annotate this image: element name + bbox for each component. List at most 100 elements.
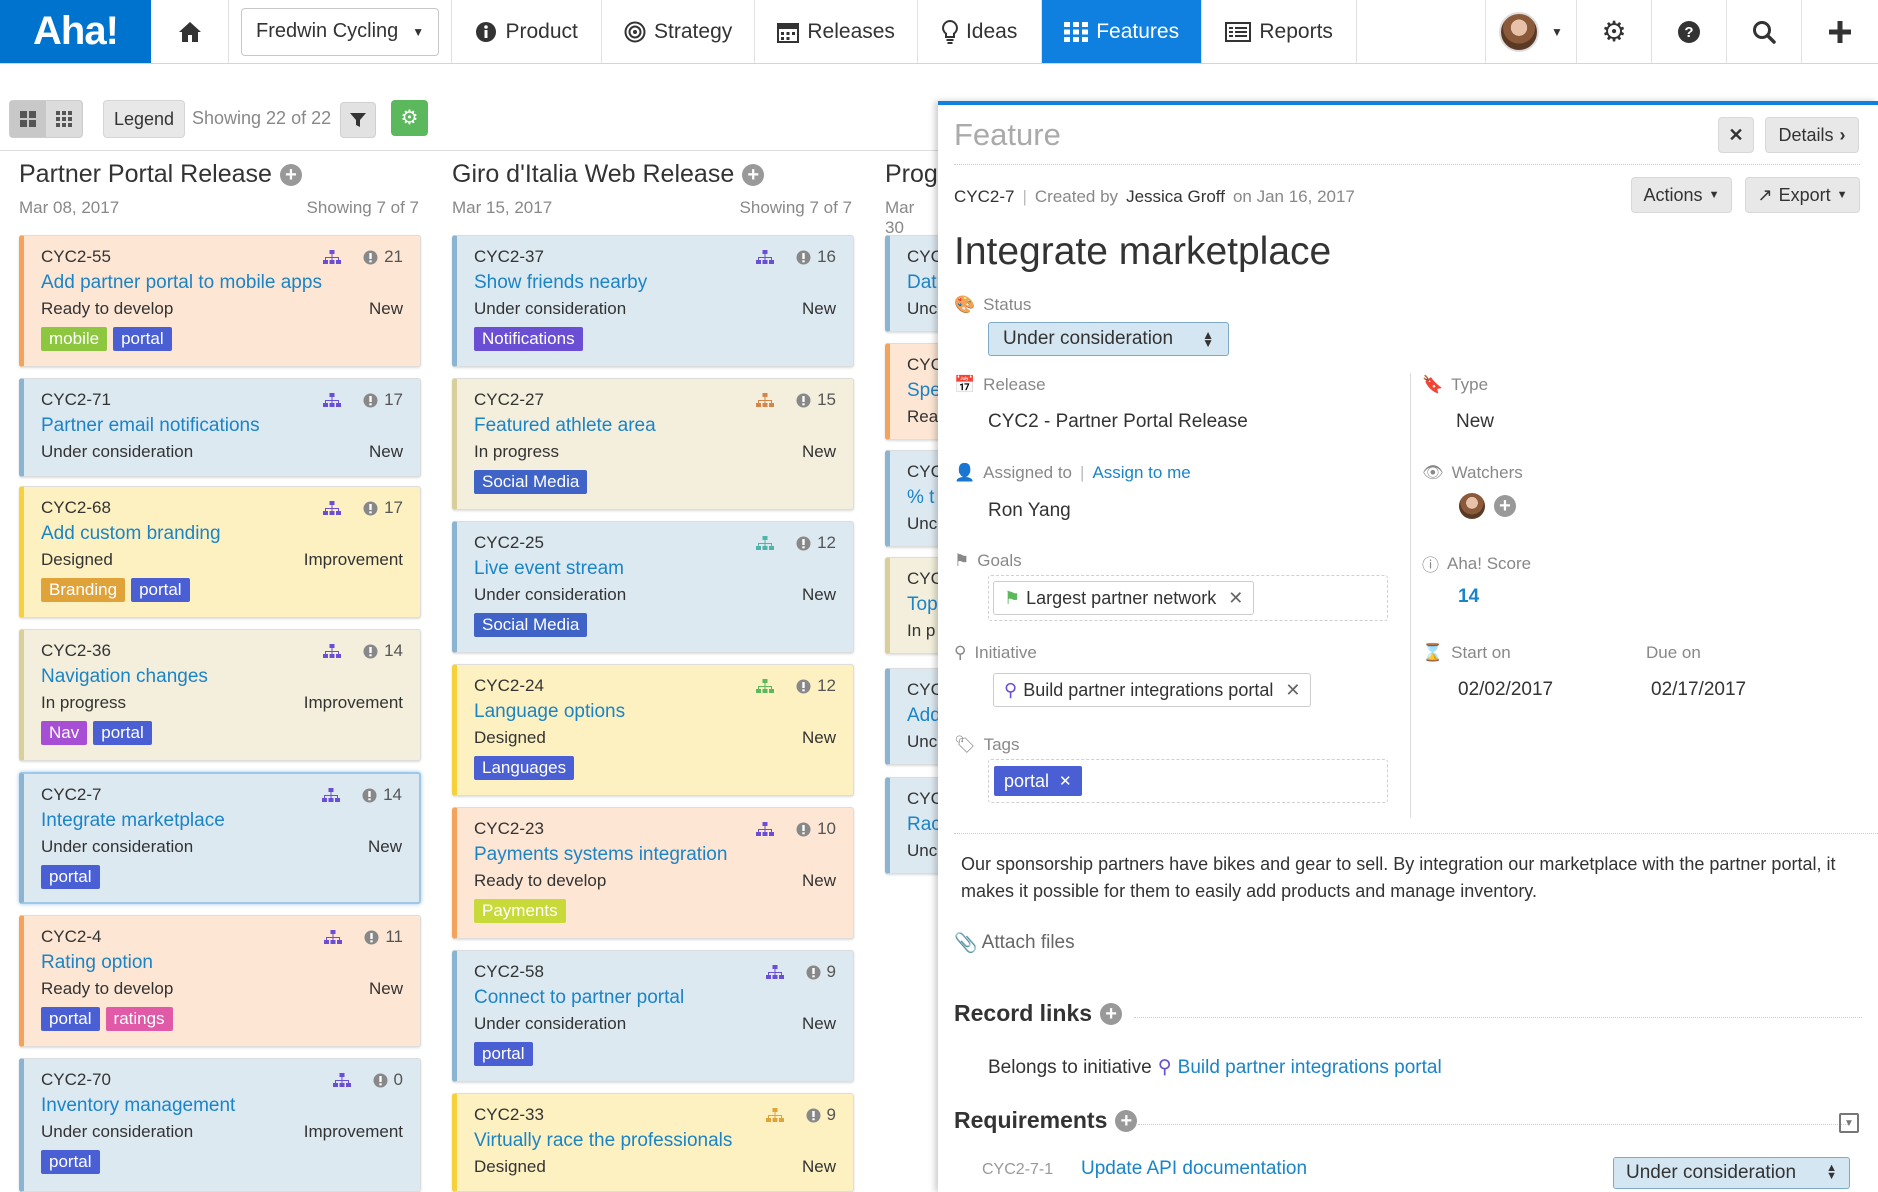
collapse-requirements-icon[interactable]: ▼ bbox=[1839, 1113, 1859, 1133]
feature-name[interactable]: Add partner portal to mobile apps bbox=[41, 272, 403, 294]
tag[interactable]: Payments bbox=[474, 899, 566, 923]
feature-card[interactable]: CYC Spe Rea bbox=[885, 343, 945, 440]
nav-strategy[interactable]: Strategy bbox=[602, 0, 756, 63]
feature-name[interactable]: Virtually race the professionals bbox=[474, 1130, 836, 1152]
search-button[interactable] bbox=[1727, 0, 1802, 63]
remove-icon[interactable]: ✕ bbox=[1228, 588, 1243, 609]
feature-name[interactable]: Language options bbox=[474, 701, 836, 723]
feature-card[interactable]: CYC2-33 9 Virtually race the professiona… bbox=[452, 1093, 854, 1192]
card-view-button[interactable] bbox=[10, 101, 46, 137]
actions-button[interactable]: Actions ▼ bbox=[1631, 177, 1732, 213]
feature-card[interactable]: CYC2-68 17 Add custom branding Designed I… bbox=[19, 486, 421, 618]
feature-name[interactable]: Connect to partner portal bbox=[474, 987, 836, 1009]
remove-icon[interactable]: ✕ bbox=[1285, 680, 1300, 701]
column-title[interactable]: Partner Portal Release bbox=[19, 160, 272, 189]
add-feature-icon[interactable]: + bbox=[279, 163, 302, 186]
feature-card[interactable]: CYC2-71 17 Partner email notifications U… bbox=[19, 378, 421, 477]
feature-card[interactable]: CYC Add Unc bbox=[885, 668, 945, 765]
feature-title[interactable]: Integrate marketplace bbox=[954, 230, 1331, 274]
nav-reports[interactable]: Reports bbox=[1202, 0, 1358, 63]
tag[interactable]: portal bbox=[41, 865, 100, 889]
release-value[interactable]: CYC2 - Partner Portal Release bbox=[988, 411, 1248, 433]
due-date[interactable]: 02/17/2017 bbox=[1651, 679, 1746, 701]
add-watcher-icon[interactable]: + bbox=[1494, 495, 1516, 517]
start-date[interactable]: 02/02/2017 bbox=[1458, 679, 1553, 701]
tag[interactable]: Social Media bbox=[474, 470, 588, 494]
attach-files[interactable]: 📎 Attach files bbox=[954, 931, 1075, 955]
nav-ideas[interactable]: Ideas bbox=[918, 0, 1043, 63]
feature-name[interactable]: Featured athlete area bbox=[474, 415, 836, 437]
feature-card[interactable]: CYC2-37 16 Show friends nearby Under con… bbox=[452, 235, 854, 367]
nav-product[interactable]: Product bbox=[452, 0, 603, 63]
add-feature-icon[interactable]: + bbox=[742, 163, 765, 186]
feature-card[interactable]: CYC Rac Unc bbox=[885, 777, 945, 874]
close-panel-button[interactable]: ✕ bbox=[1718, 117, 1754, 153]
watcher-avatar[interactable] bbox=[1459, 493, 1485, 519]
tag[interactable]: mobile bbox=[41, 327, 108, 351]
feature-name[interactable]: Show friends nearby bbox=[474, 272, 836, 294]
tag[interactable]: portal bbox=[41, 1150, 100, 1174]
assignee-value[interactable]: Ron Yang bbox=[988, 500, 1071, 522]
tag[interactable]: Branding bbox=[41, 578, 126, 602]
tag[interactable]: Nav bbox=[41, 721, 88, 745]
product-selector[interactable]: Fredwin Cycling ▼ bbox=[241, 7, 440, 56]
feature-name[interactable]: Add custom branding bbox=[41, 523, 403, 545]
feature-name[interactable]: Navigation changes bbox=[41, 666, 403, 688]
tag[interactable]: portal bbox=[113, 327, 172, 351]
feature-description[interactable]: Our sponsorship partners have bikes and … bbox=[961, 851, 1841, 905]
feature-card[interactable]: CYC2-23 10 Payments systems integration … bbox=[452, 807, 854, 939]
details-button[interactable]: Details › bbox=[1765, 117, 1859, 153]
nav-releases[interactable]: Releases bbox=[755, 0, 919, 63]
requirement-name[interactable]: Update API documentation bbox=[1081, 1158, 1307, 1180]
feature-name[interactable]: Rating option bbox=[41, 952, 403, 974]
feature-card[interactable]: CYC2-36 14 Navigation changes In progres… bbox=[19, 629, 421, 761]
aha-logo[interactable]: Aha! bbox=[0, 0, 151, 63]
add-link-icon[interactable]: + bbox=[1100, 1002, 1123, 1025]
feature-card[interactable]: CYC Top In p bbox=[885, 557, 945, 654]
tag[interactable]: Notifications bbox=[474, 327, 583, 351]
tag-chip[interactable]: portal ✕ bbox=[994, 766, 1082, 796]
feature-name[interactable]: Integrate marketplace bbox=[41, 810, 402, 832]
feature-card[interactable]: CYC2-27 15 Featured athlete area In prog… bbox=[452, 378, 854, 510]
column-title[interactable]: Prog bbox=[885, 160, 937, 189]
tag[interactable]: Languages bbox=[474, 756, 575, 780]
export-button[interactable]: ↗ Export ▼ bbox=[1745, 177, 1860, 213]
settings-button[interactable]: ⚙ bbox=[1577, 0, 1652, 63]
type-value[interactable]: New bbox=[1456, 411, 1494, 433]
feature-card[interactable]: CYC2-58 9 Connect to partner portal Unde… bbox=[452, 950, 854, 1082]
user-menu[interactable]: ▼ bbox=[1486, 0, 1577, 63]
filter-button[interactable] bbox=[340, 102, 376, 138]
feature-card[interactable]: CYC2-4 11 Rating option Ready to develop… bbox=[19, 915, 421, 1047]
column-title[interactable]: Giro d'Italia Web Release bbox=[452, 160, 734, 189]
tag[interactable]: portal bbox=[41, 1007, 100, 1031]
author-name[interactable]: Jessica Groff bbox=[1126, 187, 1225, 207]
legend-button[interactable]: Legend bbox=[103, 100, 185, 138]
add-button[interactable] bbox=[1802, 0, 1878, 63]
feature-card[interactable]: CYC2-70 0 Inventory management Under con… bbox=[19, 1058, 421, 1192]
status-select[interactable]: Under consideration ▲ ▼ bbox=[988, 322, 1229, 356]
score-value[interactable]: 14 bbox=[1458, 586, 1479, 608]
feature-name[interactable]: Payments systems integration bbox=[474, 844, 836, 866]
feature-card[interactable]: CYC2-24 12 Language options Designed New L… bbox=[452, 664, 854, 796]
feature-card[interactable]: CYC Dat Unc bbox=[885, 235, 945, 332]
initiative-chip[interactable]: ⚲ Build partner integrations portal ✕ bbox=[993, 673, 1312, 707]
tag[interactable]: portal bbox=[131, 578, 190, 602]
feature-card[interactable]: CYC2-55 21 Add partner portal to mobile … bbox=[19, 235, 421, 367]
tag[interactable]: ratings bbox=[105, 1007, 173, 1031]
nav-features[interactable]: Features bbox=[1042, 0, 1203, 63]
add-requirement-icon[interactable]: + bbox=[1115, 1109, 1138, 1132]
tag[interactable]: portal bbox=[474, 1042, 533, 1066]
help-button[interactable]: ? bbox=[1652, 0, 1727, 63]
feature-name[interactable]: Live event stream bbox=[474, 558, 836, 580]
goal-chip[interactable]: ⚑ Largest partner network ✕ bbox=[993, 581, 1255, 615]
tag[interactable]: portal bbox=[93, 721, 152, 745]
tag[interactable]: Social Media bbox=[474, 613, 588, 637]
assign-to-me-link[interactable]: Assign to me bbox=[1092, 463, 1190, 483]
home-button[interactable] bbox=[151, 0, 229, 63]
remove-icon[interactable]: ✕ bbox=[1059, 772, 1072, 790]
feature-card[interactable]: CYC % t Unc bbox=[885, 450, 945, 547]
feature-name[interactable]: Partner email notifications bbox=[41, 415, 403, 437]
board-settings-button[interactable]: ⚙ bbox=[391, 100, 428, 136]
compact-view-button[interactable] bbox=[46, 101, 82, 137]
feature-name[interactable]: Inventory management bbox=[41, 1095, 403, 1117]
